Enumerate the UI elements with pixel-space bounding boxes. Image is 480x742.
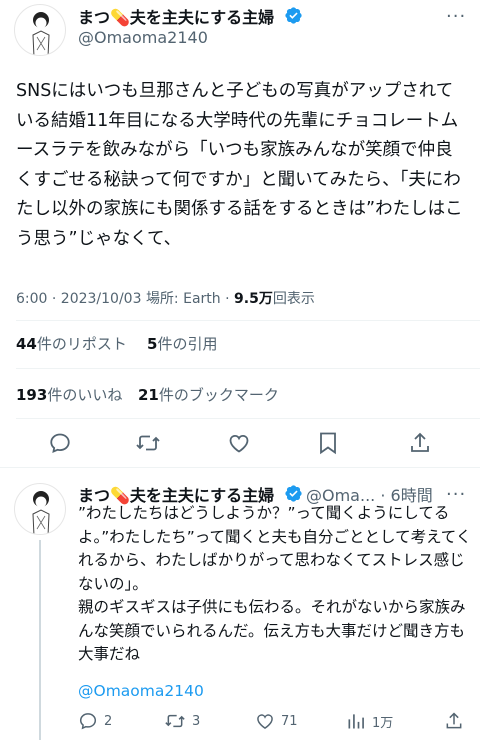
share-button[interactable] — [408, 431, 432, 459]
repost-button[interactable] — [135, 431, 161, 459]
author-name[interactable]: まつ💊夫を主夫にする主婦 — [78, 4, 274, 28]
bookmarks-label: 件のブックマーク — [158, 386, 279, 404]
likes-label: 件のいいね — [47, 386, 123, 404]
location-prefix: 場所: — [145, 291, 179, 307]
reply-views-button[interactable]: 1万 — [346, 711, 393, 731]
bookmark-button[interactable] — [317, 431, 339, 459]
reposts-count: 44 — [16, 335, 37, 353]
views-chart-icon — [348, 714, 364, 729]
location: Earth — [183, 291, 221, 307]
author-handle[interactable]: @Omaoma2140 — [78, 28, 208, 47]
reposts-label: 件のリポスト — [36, 335, 127, 353]
reply-reply-button[interactable]: 2 — [78, 711, 112, 731]
reply-repost-count: 3 — [192, 713, 201, 729]
reply-repost-button[interactable]: 3 — [164, 711, 200, 731]
quotes-label: 件の引用 — [157, 335, 218, 353]
reply-author-avatar[interactable] — [14, 483, 66, 535]
heart-icon — [257, 714, 273, 729]
tweet-meta: 6:00 · 2023/10/03 場所: Earth · 9.5万回表示 — [16, 291, 315, 307]
more-options-icon[interactable]: ··· — [446, 6, 466, 27]
repost-icon — [136, 435, 160, 451]
like-button[interactable] — [227, 431, 251, 459]
quotes-stat[interactable]: 5件の引用 — [147, 333, 217, 354]
heart-icon — [229, 434, 249, 453]
bookmark-icon — [320, 432, 336, 455]
reply-view-count: 1万 — [372, 715, 394, 731]
repost-icon — [165, 714, 185, 728]
quotes-count: 5 — [147, 335, 158, 353]
reply-mention-link[interactable]: @Omaoma2140 — [78, 682, 204, 700]
reply-icon — [50, 433, 70, 453]
reply-share-button[interactable] — [444, 711, 464, 735]
share-icon — [411, 432, 429, 452]
view-label: 回表示 — [272, 291, 315, 307]
tweet-text: SNSにはいつも旦那さんと子どもの写真がアップされている結婚11年目になる大学時… — [16, 81, 463, 249]
verified-badge-icon — [284, 6, 303, 29]
reply-like-count: 71 — [281, 713, 298, 729]
reply-button[interactable] — [48, 431, 72, 459]
reply-text: ”わたしたちはどうしようか？”って聞くようにしてるよ。”わたしたち”って聞くと夫… — [78, 504, 472, 663]
likes-stat[interactable]: 193件のいいね — [16, 384, 122, 405]
reposts-stat[interactable]: 44件のリポスト — [16, 333, 127, 354]
author-avatar[interactable] — [14, 4, 66, 56]
share-icon — [446, 712, 462, 729]
reply-icon — [79, 713, 97, 730]
thread-line — [39, 540, 41, 740]
tweet-time[interactable]: 6:00 · 2023/10/03 — [16, 291, 141, 307]
likes-count: 193 — [16, 386, 48, 404]
reply-like-button[interactable]: 71 — [255, 711, 298, 731]
bookmarks-count: 21 — [138, 386, 159, 404]
bookmarks-stat[interactable]: 21件のブックマーク — [138, 384, 279, 405]
reply-reply-count: 2 — [104, 713, 113, 729]
view-count: 9.5万 — [234, 291, 273, 307]
